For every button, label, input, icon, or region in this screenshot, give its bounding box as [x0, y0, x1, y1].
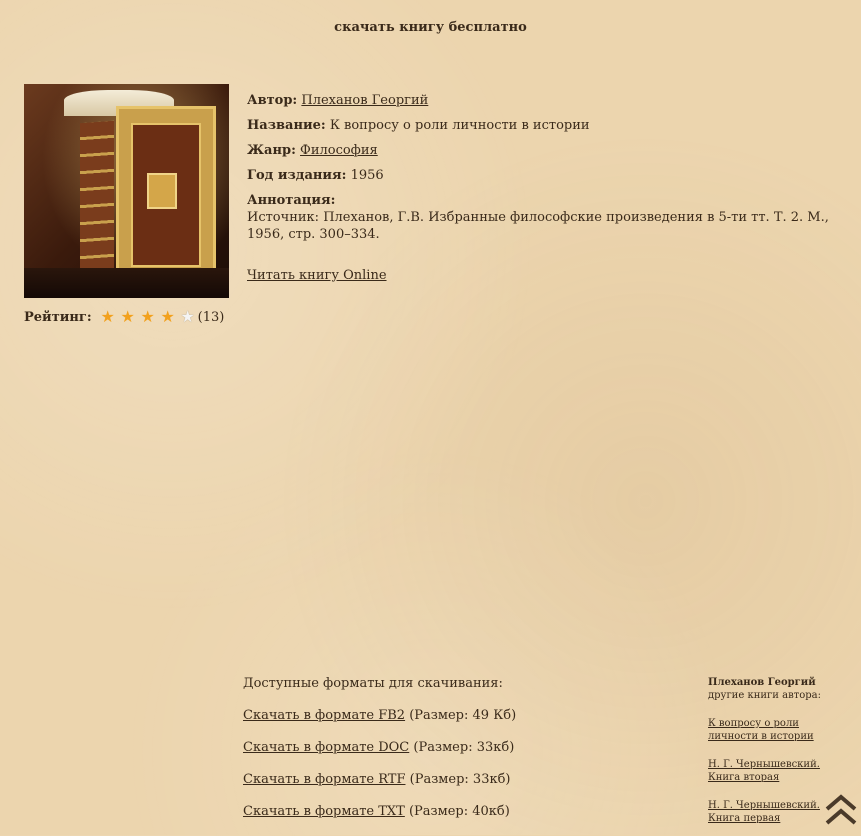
author-sidebar: Плеханов Георгий другие книги автора: К … [708, 676, 838, 825]
sidebar-author: Плеханов Георгий [708, 677, 816, 688]
genre-row: Жанр: Философия [247, 142, 847, 159]
title-label: Название: [247, 118, 326, 133]
title-row: Название: К вопросу о роли личности в ис… [247, 117, 847, 134]
author-label: Автор: [247, 93, 298, 108]
book-emblem [147, 173, 177, 209]
author-row: Автор: Плеханов Георгий [247, 92, 847, 109]
double-chevron-up-icon[interactable] [824, 793, 858, 827]
download-fb2-link[interactable]: Скачать в формате FB2 [243, 708, 405, 723]
annotation-row: Аннотация: Источник: Плеханов, Г.В. Избр… [247, 192, 847, 243]
page-title: скачать книгу бесплатно [334, 20, 527, 35]
download-doc-link[interactable]: Скачать в формате DOC [243, 740, 409, 755]
author-link[interactable]: Плеханов Георгий [301, 93, 428, 108]
read-online-link[interactable]: Читать книгу Online [247, 268, 387, 283]
genre-label: Жанр: [247, 143, 296, 158]
format-item: Скачать в формате DOC (Размер: 33кб) [243, 740, 516, 755]
download-formats: Доступные форматы для скачивания: Скачат… [243, 676, 516, 836]
sidebar-book-link[interactable]: Н. Г. Чернышевский. Книга первая [708, 799, 838, 825]
year-label: Год издания: [247, 168, 347, 183]
annotation-text: Источник: Плеханов, Г.В. Избранные филос… [247, 210, 829, 242]
formats-heading: Доступные форматы для скачивания: [243, 676, 503, 691]
rating-label: Рейтинг: [24, 309, 92, 325]
publication-year: 1956 [350, 168, 384, 183]
book-front-illustration [116, 106, 216, 284]
sidebar-book-link[interactable]: Н. Г. Чернышевский. Книга вторая [708, 758, 838, 784]
star-icon[interactable]: ★ [158, 308, 178, 326]
format-size: (Размер: 40кб) [408, 804, 510, 819]
rating-count: (13) [197, 309, 225, 325]
sidebar-subtitle: другие книги автора: [708, 690, 821, 701]
format-size: (Размер: 49 Кб) [409, 708, 517, 723]
download-rtf-link[interactable]: Скачать в формате RTF [243, 772, 405, 787]
book-title: К вопросу о роли личности в истории [329, 118, 590, 133]
table-surface [24, 268, 229, 298]
genre-link[interactable]: Философия [300, 143, 378, 158]
book-cover-image [24, 84, 229, 298]
star-icon[interactable]: ★ [178, 308, 198, 326]
annotation-label: Аннотация: [247, 193, 336, 208]
rating: Рейтинг: ★ ★ ★ ★ ★ (13) [24, 308, 224, 326]
download-txt-link[interactable]: Скачать в формате TXT [243, 804, 405, 819]
format-size: (Размер: 33кб) [413, 740, 515, 755]
star-icon[interactable]: ★ [138, 308, 158, 326]
format-item: Скачать в формате FB2 (Размер: 49 Кб) [243, 708, 516, 723]
format-item: Скачать в формате RTF (Размер: 33кб) [243, 772, 516, 787]
format-size: (Размер: 33кб) [409, 772, 511, 787]
year-row: Год издания: 1956 [247, 167, 847, 184]
format-item: Скачать в формате TXT (Размер: 40кб) [243, 804, 516, 819]
star-icon[interactable]: ★ [118, 308, 138, 326]
star-icon[interactable]: ★ [98, 308, 118, 326]
sidebar-book-link[interactable]: К вопросу о роли личности в истории [708, 717, 838, 743]
book-details: Автор: Плеханов Георгий Название: К вопр… [247, 92, 847, 243]
